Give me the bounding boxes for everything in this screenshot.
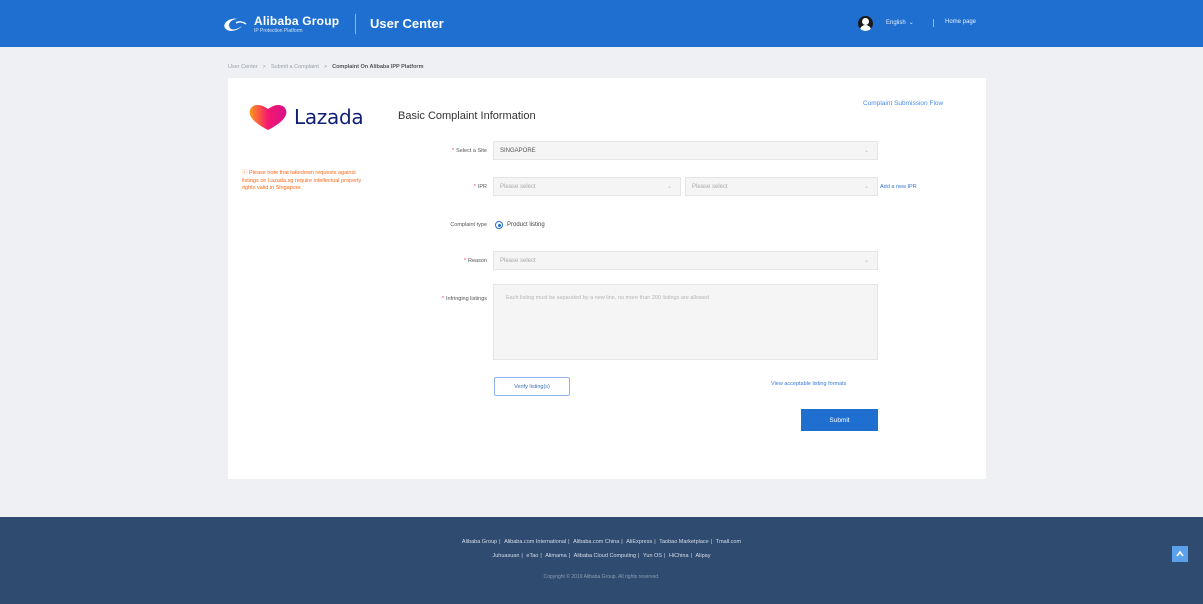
alibaba-logo-icon [222, 15, 248, 33]
footer-link[interactable]: Yun OS [643, 553, 662, 559]
footer-link[interactable]: Alimama [545, 553, 566, 559]
header-separator [933, 19, 934, 27]
ipr-type-select[interactable]: Please select ⌄ [493, 177, 681, 196]
footer-links-row-1: Alibaba Group | Alibaba.com International… [461, 539, 742, 545]
site-notice: ⓘ Please note that takedown requests aga… [242, 170, 367, 193]
lazada-heart-icon [249, 104, 287, 130]
complaint-type-label: Complaint type [450, 222, 487, 228]
footer-link[interactable]: Taobao Marketplace [659, 539, 709, 545]
brand-name: Alibaba Group [254, 13, 340, 28]
language-selector[interactable]: English ⌄ [886, 19, 914, 27]
chevron-down-icon: ⌄ [863, 258, 869, 264]
breadcrumb-separator: > [262, 64, 266, 70]
back-to-top-icon[interactable] [1172, 546, 1188, 562]
section-title: Basic Complaint Information [398, 110, 536, 122]
language-label: English [886, 19, 906, 26]
verify-listings-button[interactable]: Verify listing(s) [494, 377, 570, 396]
top-header: Alibaba Group IP Protection Platform Use… [0, 0, 1203, 47]
footer-link[interactable]: Alibaba.com International [504, 539, 566, 545]
footer-link[interactable]: Alipay [696, 553, 711, 559]
breadcrumb-current: Complaint On Alibaba IPP Platform [332, 64, 424, 70]
ipr-type-placeholder: Please select [500, 183, 536, 190]
site-value: SINGAPORE [500, 147, 536, 154]
footer-link[interactable]: Tmall.com [716, 539, 741, 545]
page-title: User Center [370, 16, 444, 31]
header-divider [355, 14, 356, 34]
info-icon: ⓘ [242, 170, 250, 176]
product-listing-radio[interactable] [495, 221, 503, 229]
listings-label: * Infringing listings [441, 296, 487, 302]
homepage-link[interactable]: Home page [945, 19, 976, 25]
user-avatar-icon[interactable] [858, 16, 873, 31]
lazada-logo: Lazada [248, 103, 364, 131]
listings-textarea[interactable]: Each listing must be separated by a new … [493, 284, 878, 360]
breadcrumb-separator: > [323, 64, 328, 70]
reason-label: * Reason [463, 258, 487, 264]
brand-text: Alibaba Group IP Protection Platform [254, 15, 339, 34]
chevron-down-icon: ⌄ [863, 184, 869, 190]
complaint-flow-link[interactable]: Complaint Submission Flow [863, 100, 943, 107]
add-ipr-link[interactable]: Add a new IPR [880, 184, 917, 190]
chevron-down-icon: ⌄ [666, 184, 672, 190]
site-select[interactable]: SINGAPORE ⌄ [493, 141, 878, 160]
breadcrumb: User Center > Submit a Complaint > Compl… [228, 64, 423, 70]
footer-link[interactable]: Alibaba Group [462, 539, 497, 545]
reason-select[interactable]: Please select ⌄ [493, 251, 878, 270]
ipr-placeholder: Please select [692, 183, 728, 190]
chevron-down-icon: ⌄ [908, 20, 914, 26]
ipr-label: * IPR [473, 184, 487, 190]
footer-link[interactable]: eTao [526, 553, 538, 559]
ipr-select[interactable]: Please select ⌄ [685, 177, 878, 196]
brand-subtitle: IP Protection Platform [254, 27, 303, 34]
product-listing-label[interactable]: Product listing [507, 222, 545, 228]
notice-text: Please note that takedown requests again… [242, 170, 362, 191]
breadcrumb-item[interactable]: Submit a Complaint [271, 64, 319, 70]
footer-links-row-2: Juhuasuan | eTao | Alimama | Alibaba Cloud … [492, 553, 711, 559]
footer-link[interactable]: HiChina [669, 553, 689, 559]
footer-link[interactable]: Alibaba Cloud Computing [574, 553, 636, 559]
chevron-down-icon: ⌄ [863, 148, 869, 154]
lazada-wordmark: Lazada [294, 105, 364, 129]
footer-link[interactable]: Juhuasuan [493, 553, 520, 559]
copyright: Copyright © 2019 Alibaba Group. All righ… [543, 574, 660, 580]
alibaba-brand[interactable]: Alibaba Group IP Protection Platform [222, 12, 339, 36]
breadcrumb-item[interactable]: User Center [228, 64, 258, 70]
submit-button[interactable]: Submit [801, 409, 878, 431]
footer-link[interactable]: Alibaba.com China [573, 539, 619, 545]
reason-placeholder: Please select [500, 257, 536, 264]
listing-formats-link[interactable]: View acceptable listing formats [771, 381, 846, 387]
site-label: * Select a Site [451, 148, 487, 154]
footer-link[interactable]: AliExpress [626, 539, 652, 545]
footer: Alibaba Group | Alibaba.com International… [0, 517, 1203, 604]
